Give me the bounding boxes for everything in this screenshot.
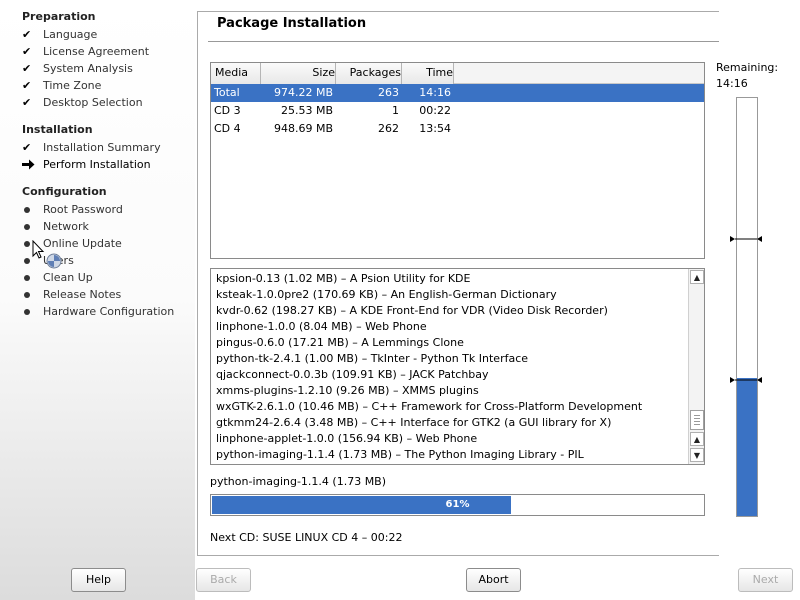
cell-media: CD 3 — [214, 104, 241, 117]
column-header-size[interactable]: Size — [261, 63, 336, 84]
bullet-icon — [22, 206, 43, 213]
step-label: Desktop Selection — [43, 96, 143, 109]
cell-packages: 263 — [378, 86, 399, 99]
cell-time: 00:22 — [419, 104, 451, 117]
check-icon: ✔ — [22, 28, 32, 41]
remaining-block: Remaining: 14:16 — [716, 60, 778, 92]
step-label: Network — [43, 220, 89, 233]
step-label: Installation Summary — [43, 141, 161, 154]
step-installation-summary: ✔ Installation Summary — [22, 139, 161, 156]
cell-size: 25.53 MB — [280, 104, 333, 117]
page-title: Package Installation — [217, 16, 367, 31]
log-line: qjackconnect-0.0.3b (109.91 KB) – JACK P… — [216, 368, 489, 381]
section-title-preparation: Preparation — [22, 10, 96, 23]
step-label: System Analysis — [43, 62, 133, 75]
column-header-packages[interactable]: Packages — [336, 63, 402, 84]
current-position-marker-icon — [726, 374, 766, 383]
step-hardware-configuration: Hardware Configuration — [22, 303, 174, 320]
cell-size: 974.22 MB — [273, 86, 333, 99]
scroll-thumb[interactable] — [690, 410, 704, 430]
log-line: kvdr-0.62 (198.27 KB) – A KDE Front-End … — [216, 304, 608, 317]
scroll-up-icon[interactable]: ▲ — [690, 270, 704, 284]
media-table[interactable]: Media Size Packages Time Total 974.22 MB… — [210, 62, 705, 259]
log-scrollbar[interactable]: ▲ ▲ ▼ — [688, 269, 704, 464]
cell-size: 948.69 MB — [273, 122, 333, 135]
step-root-password: Root Password — [22, 201, 123, 218]
column-header-media[interactable]: Media — [211, 63, 261, 84]
cell-packages: 262 — [378, 122, 399, 135]
scroll-up-icon[interactable]: ▲ — [690, 432, 704, 446]
step-system-analysis: ✔ System Analysis — [22, 60, 133, 77]
arrow-right-icon — [22, 159, 43, 170]
step-label: Time Zone — [43, 79, 102, 92]
package-progress-bar: 61% — [210, 494, 705, 516]
scroll-down-icon[interactable]: ▼ — [690, 448, 704, 462]
remaining-time: 14:16 — [716, 77, 748, 90]
bullet-icon — [22, 274, 43, 281]
step-label: Language — [43, 28, 98, 41]
log-line: ksteak-1.0.0pre2 (170.69 KB) – An Englis… — [216, 288, 557, 301]
help-button[interactable]: Help — [71, 568, 126, 592]
step-license-agreement: ✔ License Agreement — [22, 43, 149, 60]
check-icon: ✔ — [22, 62, 32, 75]
remaining-label: Remaining: — [716, 61, 779, 74]
bullet-icon — [22, 223, 43, 230]
section-title-configuration: Configuration — [22, 185, 107, 198]
mouse-cursor-busy-icon — [32, 239, 72, 272]
remaining-fill — [737, 378, 757, 516]
log-line: gtkmm24-2.6.4 (3.48 MB) – C++ Interface … — [216, 416, 612, 429]
log-line: wxGTK-2.6.1.0 (10.46 MB) – C++ Framework… — [216, 400, 643, 413]
step-time-zone: ✔ Time Zone — [22, 77, 101, 94]
bullet-icon — [22, 308, 43, 315]
cell-time: 13:54 — [419, 122, 451, 135]
check-icon: ✔ — [22, 96, 32, 109]
table-row[interactable]: CD 3 25.53 MB 1 00:22 — [211, 102, 704, 120]
check-icon: ✔ — [22, 45, 32, 58]
log-line: kpsion-0.13 (1.02 MB) – A Psion Utility … — [216, 272, 471, 285]
step-label: Release Notes — [43, 288, 122, 301]
progress-percent-label: 61% — [445, 499, 470, 510]
cell-media: Total — [214, 86, 240, 99]
log-line: python-tk-2.4.1 (1.00 MB) – TkInter - Py… — [216, 352, 529, 365]
log-line: linphone-1.0.0 (8.04 MB) – Web Phone — [216, 320, 427, 333]
check-icon: ✔ — [22, 79, 32, 92]
section-title-installation: Installation — [22, 123, 93, 136]
step-label: Hardware Configuration — [43, 305, 175, 318]
next-button[interactable]: Next — [738, 568, 793, 592]
cell-packages: 1 — [392, 104, 399, 117]
next-cd-label: Next CD: SUSE LINUX CD 4 – 00:22 — [210, 531, 403, 544]
current-package-label: python-imaging-1.1.4 (1.73 MB) — [210, 475, 387, 488]
log-line: python-imaging-1.1.4 (1.73 MB) – The Pyt… — [216, 448, 584, 461]
column-header-time[interactable]: Time — [402, 63, 454, 84]
cell-time: 14:16 — [419, 86, 451, 99]
step-label: Root Password — [43, 203, 123, 216]
title-divider — [208, 41, 719, 42]
sidebar: Preparation ✔ Language ✔ License Agreeme… — [0, 0, 195, 600]
step-label: License Agreement — [43, 45, 150, 58]
step-label: Clean Up — [43, 271, 93, 284]
back-button[interactable]: Back — [196, 568, 251, 592]
step-network: Network — [22, 218, 89, 235]
step-desktop-selection: ✔ Desktop Selection — [22, 94, 143, 111]
log-line: xmms-plugins-1.2.10 (9.26 MB) – XMMS plu… — [216, 384, 479, 397]
package-log[interactable]: kpsion-0.13 (1.02 MB) – A Psion Utility … — [210, 268, 705, 465]
step-label: Perform Installation — [43, 158, 151, 171]
cd-boundary-marker-icon — [726, 233, 766, 242]
table-row[interactable]: Total 974.22 MB 263 14:16 — [211, 84, 704, 102]
step-release-notes: Release Notes — [22, 286, 121, 303]
table-row[interactable]: CD 4 948.69 MB 262 13:54 — [211, 120, 704, 138]
step-language: ✔ Language — [22, 26, 97, 43]
bullet-icon — [22, 291, 43, 298]
abort-button[interactable]: Abort — [466, 568, 521, 592]
log-line: linphone-applet-1.0.0 (156.94 KB) – Web … — [216, 432, 478, 445]
cell-media: CD 4 — [214, 122, 241, 135]
step-perform-installation: Perform Installation — [22, 156, 151, 173]
main-panel: Package Installation Media Size Packages… — [197, 11, 719, 556]
table-header: Media Size Packages Time — [211, 63, 704, 84]
log-line: pingus-0.6.0 (17.21 MB) – A Lemmings Clo… — [216, 336, 464, 349]
check-icon: ✔ — [22, 141, 32, 154]
remaining-progress-bar — [736, 97, 758, 517]
